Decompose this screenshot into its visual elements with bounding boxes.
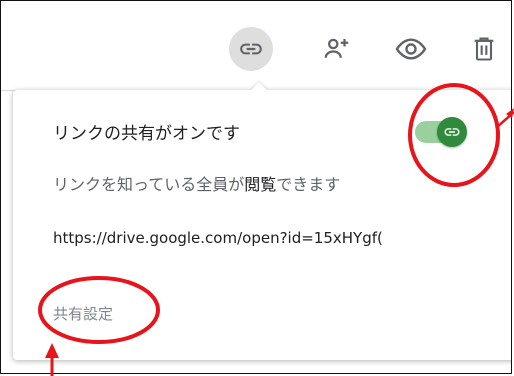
annotation-circle-toggle	[408, 83, 500, 187]
annotation-arrowhead-bottom	[45, 343, 59, 358]
annotation-layer	[38, 83, 514, 376]
annotation-circle-settings	[38, 276, 160, 344]
